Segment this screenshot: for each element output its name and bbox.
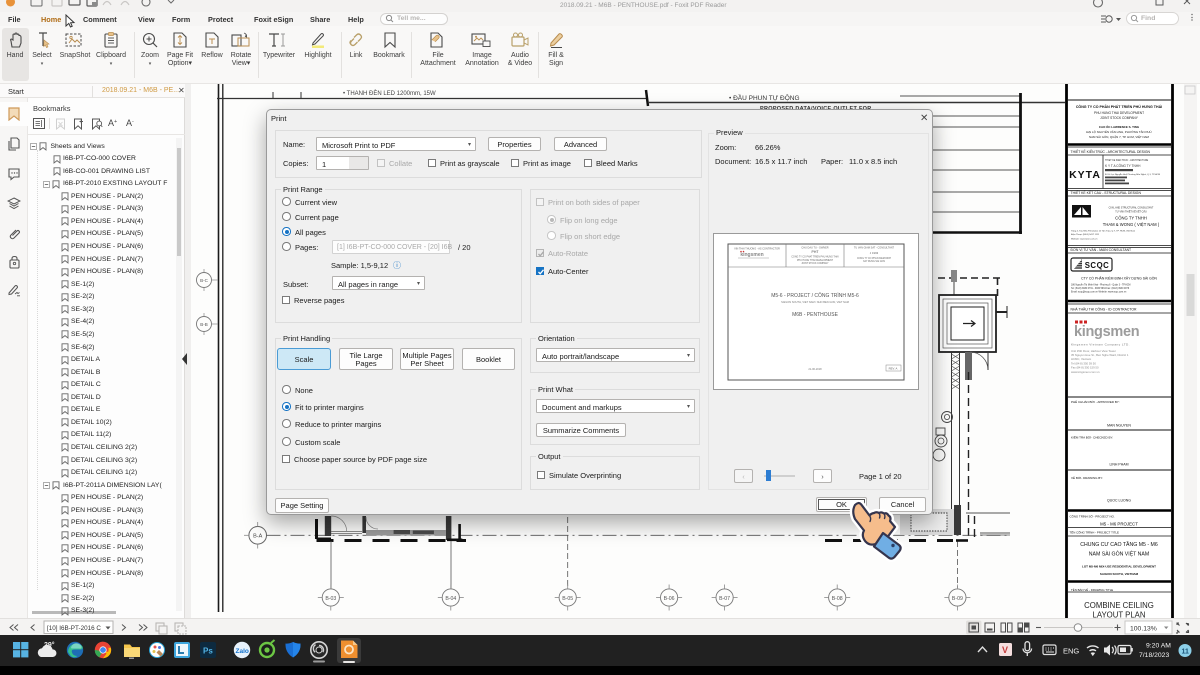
- svg-text:B-03: B-03: [325, 596, 336, 602]
- svg-text:KYTA: KYTA: [1069, 169, 1101, 181]
- svg-text:THIẾT KẾ KIẾN TRÚC - ARCHITEC: THIẾT KẾ KIẾN TRÚC - ARCHITECTURAL DESIG…: [1071, 149, 1151, 154]
- svg-text:PHÊ CHUẨN BỞI - APPROVED BY:: PHÊ CHUẨN BỞI - APPROVED BY:: [1071, 399, 1120, 404]
- svg-text:B-09: B-09: [952, 596, 963, 602]
- svg-text:CONG TY CO PHAN KIEM DINH: CONG TY CO PHAN KIEM DINH: [857, 257, 891, 260]
- svg-text:NAM SÀI GÒN VIỆT NAM: NAM SÀI GÒN VIỆT NAM: [1089, 550, 1149, 558]
- svg-text:CÔNG TY CỔ PHẦN PHÁT TRIỂN PHÚ: CÔNG TY CỔ PHẦN PHÁT TRIỂN PHÚ HƯNG THÁI: [1076, 104, 1162, 109]
- svg-text:SAIGON SOUTH, VIETNAM: SAIGON SOUTH, VIETNAM: [1100, 572, 1139, 576]
- svg-text:B-07: B-07: [719, 596, 730, 602]
- svg-text:ĐƠN VỊ TƯ VẤN - MAIN CONSULTA: ĐƠN VỊ TƯ VẤN - MAIN CONSULTANT: [1071, 248, 1132, 252]
- svg-text:SCQC: SCQC: [1085, 261, 1110, 270]
- svg-text:B-06: B-06: [664, 596, 675, 602]
- svg-text:CONG TY CO PHAT TRIEN PHU HUNG: CONG TY CO PHAT TRIEN PHU HUNG THAI: [791, 256, 839, 259]
- svg-text:84 Lê Lợi Nguyễn Huệ Phường: 84 Lê Lợi Nguyễn Huệ Phường Bến Nghé, Q.…: [1105, 173, 1160, 176]
- svg-text:NAM SÀI GÒN, QUẬN 7, TP. HCM,: NAM SÀI GÒN, QUẬN 7, TP. HCM, VIỆT NAM: [1089, 134, 1150, 139]
- svg-text:K Y T A CÔNG TY TNHH: K Y T A CÔNG TY TNHH: [1105, 163, 1141, 168]
- svg-text:TƯ VẤN THIẾT KẾ KẾT CẤU: TƯ VẤN THIẾT KẾ KẾT CẤU: [1115, 211, 1147, 214]
- svg-text:XAY DUNG SAI GON: XAY DUNG SAI GON: [863, 260, 885, 263]
- svg-text:M5 - M6 PROJECT: M5 - M6 PROJECT: [1100, 522, 1138, 527]
- svg-text:VIN THAI THUONG - AS CONTRACTO: VIN THAI THUONG - AS CONTRACTOR: [734, 248, 780, 251]
- svg-text:JOINT STOCK COMPANY: JOINT STOCK COMPANY: [1100, 116, 1139, 120]
- svg-text:VỂ BỞI- DRAWING BY:: VỂ BỞI- DRAWING BY:: [1071, 475, 1103, 480]
- svg-text:ĐẠI LỘ NGUYỄN VĂN LINH, PHƯỜNG: ĐẠI LỘ NGUYỄN VĂN LINH, PHƯỜNG TÂN PHÚ: [1086, 129, 1151, 134]
- svg-text:B-A: B-A: [253, 534, 263, 540]
- svg-text:J 1993: J 1993: [870, 251, 879, 255]
- svg-text:Website: www.twvn.com.vn: Website: www.twvn.com.vn: [1071, 238, 1098, 241]
- svg-text:V: V: [1002, 645, 1008, 655]
- svg-text:• THANH ĐÈN LED 1200mm, 15W: • THANH ĐÈN LED 1200mm, 15W: [343, 90, 436, 97]
- svg-text:kingsmen: kingsmen: [1074, 324, 1139, 340]
- svg-text:[10] I6B-PT-2016 C: [10] I6B-PT-2016 C: [47, 625, 101, 632]
- svg-text:Ps: Ps: [203, 647, 213, 656]
- svg-text:B-08: B-08: [832, 596, 843, 602]
- svg-text:KIỂM TRA BỞI- CHECKED BY:: KIỂM TRA BỞI- CHECKED BY:: [1071, 435, 1113, 440]
- svg-text:M5-6 - PROJECT / CÔNG TRÌNH M5: M5-6 - PROJECT / CÔNG TRÌNH M5-6: [771, 292, 859, 299]
- svg-text:Email: scqc@scqc.com.vn Webs: Email: scqc@scqc.com.vn Website: www.scq…: [1071, 291, 1127, 294]
- svg-text:LINH PHAM: LINH PHAM: [1109, 463, 1128, 467]
- svg-text:SAIGON SOUTH, VIET NAM / NHO B: SAIGON SOUTH, VIET NAM / NHO BEN GON, VI…: [781, 300, 849, 304]
- svg-text:MAN NGUYEN: MAN NGUYEN: [1107, 424, 1131, 428]
- svg-text:CHUNG CƯ CAO TẦNG M5 - M6: CHUNG CƯ CAO TẦNG M5 - M6: [1080, 541, 1158, 548]
- svg-text:www.kingsmen.com.vn: www.kingsmen.com.vn: [1071, 370, 1100, 374]
- svg-text:JOINT STOCK COMPANY: JOINT STOCK COMPANY: [801, 262, 829, 265]
- svg-text:Zalo: Zalo: [236, 648, 249, 655]
- svg-text:Tầng 4, Tòa Nhà Petroland, 12: Tầng 4, Tòa Nhà Petroland, 12 Tân Trào, …: [1071, 230, 1135, 233]
- svg-text:LAYOUT PLAN: LAYOUT PLAN: [1092, 611, 1145, 619]
- svg-text:7/18/2023: 7/18/2023: [1139, 652, 1169, 659]
- svg-text:B-C: B-C: [200, 278, 209, 283]
- svg-text:NHÀ THẦU THI CÔNG - ID CONTRA: NHÀ THẦU THI CÔNG - ID CONTRACTOR: [1071, 307, 1137, 312]
- svg-text:CIVIL AND STRUCTURAL CONSULTAN: CIVIL AND STRUCTURAL CONSULTANT: [1109, 207, 1154, 210]
- svg-text:TÊN CÔNG TRÌNH - PROJECT TITLE: TÊN CÔNG TRÌNH - PROJECT TITLE: [1070, 530, 1120, 535]
- svg-text:186 Nguyễn Thị Minh Khai - Ph: 186 Nguyễn Thị Minh Khai - Phường 6 - Qu…: [1071, 284, 1131, 287]
- svg-text:QUOC LUONG: QUOC LUONG: [1107, 499, 1131, 503]
- svg-text:LOT M5-M6 MIX-USE RESIDENTIA: LOT M5-M6 MIX-USE RESIDENTIAL DEVELOPMEN…: [1082, 565, 1156, 569]
- svg-text:21-06-2018: 21-06-2018: [808, 367, 822, 371]
- svg-text:9:20 AM: 9:20 AM: [1146, 643, 1171, 650]
- svg-text:CTY CỔ PHẦN KIỂM ĐỊNH XÂY DỰNG: CTY CỔ PHẦN KIỂM ĐỊNH XÂY DỰNG SÀI GÒN: [1081, 276, 1157, 281]
- svg-text:Kingsmen Vietnam Company LTD.: Kingsmen Vietnam Company LTD.: [1071, 343, 1130, 347]
- svg-text:B-B: B-B: [200, 322, 208, 327]
- svg-text:TÊN BẢN VỂ - DRAWING TITLE: TÊN BẢN VỂ - DRAWING TITLE: [1071, 587, 1113, 592]
- svg-text:CÔNG TY TNHH: CÔNG TY TNHH: [1115, 216, 1147, 221]
- svg-text:THIẾT KẾ KẾT CẤU - STRUCTURAL: THIẾT KẾ KẾT CẤU - STRUCTURAL DESIGN: [1071, 190, 1142, 195]
- svg-text:THIET KE KIEN TRUC - ARCHITEC: THIET KE KIEN TRUC - ARCHITECTURE: [1105, 159, 1149, 162]
- svg-text:HCMC, Vietnam: HCMC, Vietnam: [1071, 357, 1092, 361]
- svg-text:CAO ỐC LAWRENCE S. TING: CAO ỐC LAWRENCE S. TING: [1099, 124, 1140, 129]
- svg-text:B-04: B-04: [445, 596, 456, 602]
- svg-text:Fax (84 8) 350 159 50: Fax (84 8) 350 159 50: [1071, 366, 1099, 370]
- svg-text:M6B - PENTHOUSE: M6B - PENTHOUSE: [792, 312, 839, 318]
- svg-text:ENG: ENG: [1063, 647, 1079, 656]
- svg-text:2018.09.21 - M6B - PENTHOUSE.p: 2018.09.21 - M6B - PENTHOUSE.pdf - Foxit…: [560, 2, 727, 9]
- svg-text:11: 11: [1182, 649, 1190, 656]
- svg-text:B-05: B-05: [562, 596, 573, 602]
- svg-text:PHU HUNG THAI DEVELOPMENT: PHU HUNG THAI DEVELOPMENT: [1094, 111, 1144, 115]
- svg-text:THAM & WONG ( VIỆT NAM ): THAM & WONG ( VIỆT NAM ): [1103, 222, 1160, 227]
- svg-text:TU VAN GIAM SAT - CONSULTANT: TU VAN GIAM SAT - CONSULTANT: [854, 247, 895, 250]
- svg-text:Điện Thoại: (84-8) 5417 1111: Điện Thoại: (84-8) 5417 1111: [1071, 234, 1100, 236]
- svg-text:CÔNG TRÌNH SỐ - PROJECT NO.: CÔNG TRÌNH SỐ - PROJECT NO.: [1070, 514, 1115, 519]
- svg-text:PHU HUNG THAI DEVELOPMENT: PHU HUNG THAI DEVELOPMENT: [797, 259, 834, 262]
- svg-text:Tel: (84-8) 3930 0731 - 3930: Tel: (84-8) 3930 0731 - 3930 5934 Fax: (…: [1071, 288, 1130, 290]
- svg-text:kingsmen: kingsmen: [740, 252, 763, 258]
- svg-text:COMBINE CEILING: COMBINE CEILING: [1084, 601, 1154, 610]
- svg-text:PHT: PHT: [812, 250, 820, 254]
- svg-text:REV. A: REV. A: [889, 367, 898, 371]
- svg-text:100.13%: 100.13%: [1130, 626, 1157, 633]
